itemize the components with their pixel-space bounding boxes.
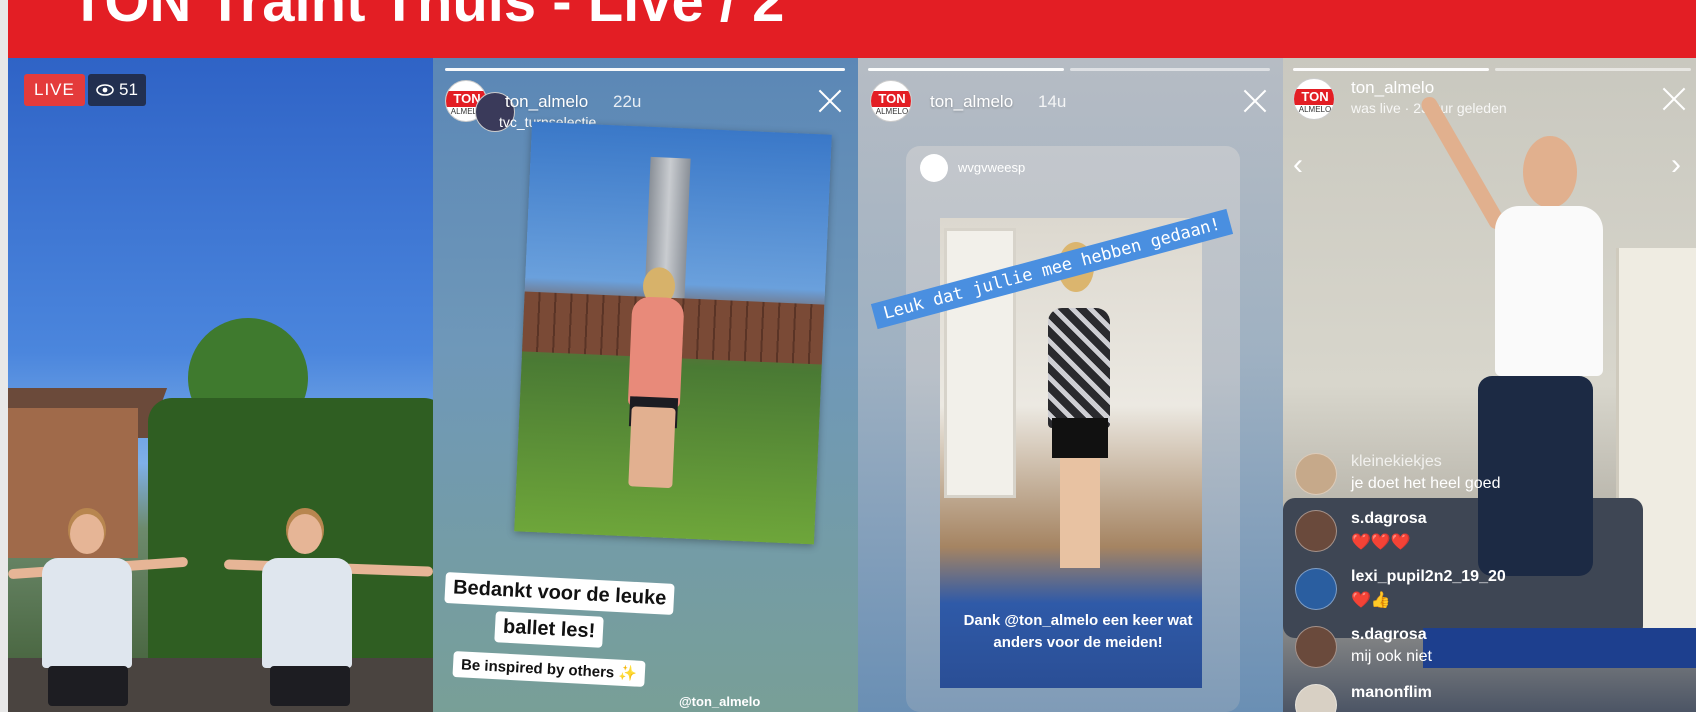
story-progress-bar — [445, 68, 845, 71]
repost-avatar — [920, 154, 948, 182]
person-legs — [1060, 458, 1100, 568]
live-video-panel[interactable]: LIVE 51 — [8, 58, 433, 712]
comment-avatar — [1295, 510, 1337, 552]
comment-item: lexi_pupil2n2_19_20 ❤️👍 — [1295, 568, 1575, 618]
comment-username: kleinekiekjes — [1351, 453, 1442, 470]
person-legs — [628, 406, 676, 489]
person-head — [70, 514, 104, 554]
comment-username: lexi_pupil2n2_19_20 — [1351, 568, 1506, 585]
comment-item: manonflim — [1295, 684, 1575, 712]
comment-text: ❤️👍 — [1351, 592, 1391, 609]
left-gutter — [0, 0, 8, 712]
comment-text: mij ook niet — [1351, 648, 1432, 665]
chevron-left-icon[interactable]: ‹ — [1293, 148, 1303, 182]
thanks-sticker-line1: Bedankt voor de leuke — [444, 572, 676, 615]
comment-username: s.dagrosa — [1351, 626, 1427, 643]
live-badge: LIVE — [24, 74, 85, 106]
person-right — [262, 558, 352, 668]
story-username[interactable]: ton_almelo — [1351, 78, 1434, 98]
person-body — [1495, 206, 1603, 376]
comment-username: s.dagrosa — [1351, 510, 1427, 527]
inspired-sticker: Be inspired by others ✨ — [452, 650, 646, 688]
comment-item: s.dagrosa mij ook niet — [1295, 626, 1575, 676]
chevron-right-icon[interactable]: › — [1671, 148, 1681, 182]
close-icon[interactable] — [1661, 86, 1687, 112]
close-icon[interactable] — [1242, 88, 1268, 114]
past-live-panel[interactable]: TON ALMELO ton_almelo was live · 23 uur … — [1283, 58, 1696, 712]
person-head — [1523, 136, 1577, 208]
eye-icon — [96, 84, 114, 96]
page-title: TON Traint Thuis - Live / 2 — [70, 0, 785, 34]
comment-text: je doet het heel goed — [1351, 475, 1501, 492]
comment-item: s.dagrosa ❤️❤️❤️ — [1295, 510, 1575, 560]
story-progress-bar — [868, 68, 1064, 71]
person-legs — [48, 666, 128, 706]
ton-almelo-logo: TON ALMELO — [870, 80, 912, 122]
story-progress-bar — [1495, 68, 1691, 71]
story-progress-bar — [1070, 68, 1270, 71]
comment-avatar — [1295, 684, 1337, 712]
handle-tag: @ton_almelo — [679, 694, 761, 709]
comment-avatar — [1295, 568, 1337, 610]
repost-username[interactable]: wvgvweesp — [958, 160, 1025, 175]
person-body — [1048, 308, 1110, 428]
story-time: 14u — [1038, 92, 1067, 111]
story-username[interactable]: ton_almelo — [930, 92, 1013, 112]
story-panel-1[interactable]: TON ALMELO ton_almelo 22u tvc_turnselect… — [433, 58, 858, 712]
comment-text: ❤️❤️❤️ — [1351, 534, 1411, 551]
story-caption: Dank @ton_almelo een keer wat anders voo… — [963, 612, 1193, 651]
comment-avatar — [1295, 453, 1337, 495]
person-shorts — [1052, 418, 1108, 458]
comment-username: manonflim — [1351, 684, 1432, 701]
close-icon[interactable] — [817, 88, 843, 114]
story-progress-bar — [1293, 68, 1489, 71]
viewer-count: 51 — [119, 80, 138, 99]
story-username[interactable]: ton_almelo — [505, 92, 588, 112]
person-head — [288, 514, 322, 554]
story-time: 22u — [613, 92, 642, 111]
comment-item: kleinekiekjes je doet het heel goed — [1295, 453, 1575, 503]
comment-avatar — [1295, 626, 1337, 668]
person-left — [42, 558, 132, 668]
ton-almelo-logo: TON ALMELO — [1293, 78, 1335, 120]
story-panel-2[interactable]: TON ALMELO ton_almelo 14u wvgvweesp Leuk… — [858, 58, 1283, 712]
story-photo — [514, 121, 832, 545]
title-banner: TON Traint Thuis - Live / 2 — [8, 0, 1696, 58]
person-body — [627, 296, 685, 409]
viewer-count-badge: 51 — [88, 74, 146, 106]
thanks-sticker-line2: ballet les! — [494, 611, 605, 648]
person-legs — [270, 666, 350, 706]
